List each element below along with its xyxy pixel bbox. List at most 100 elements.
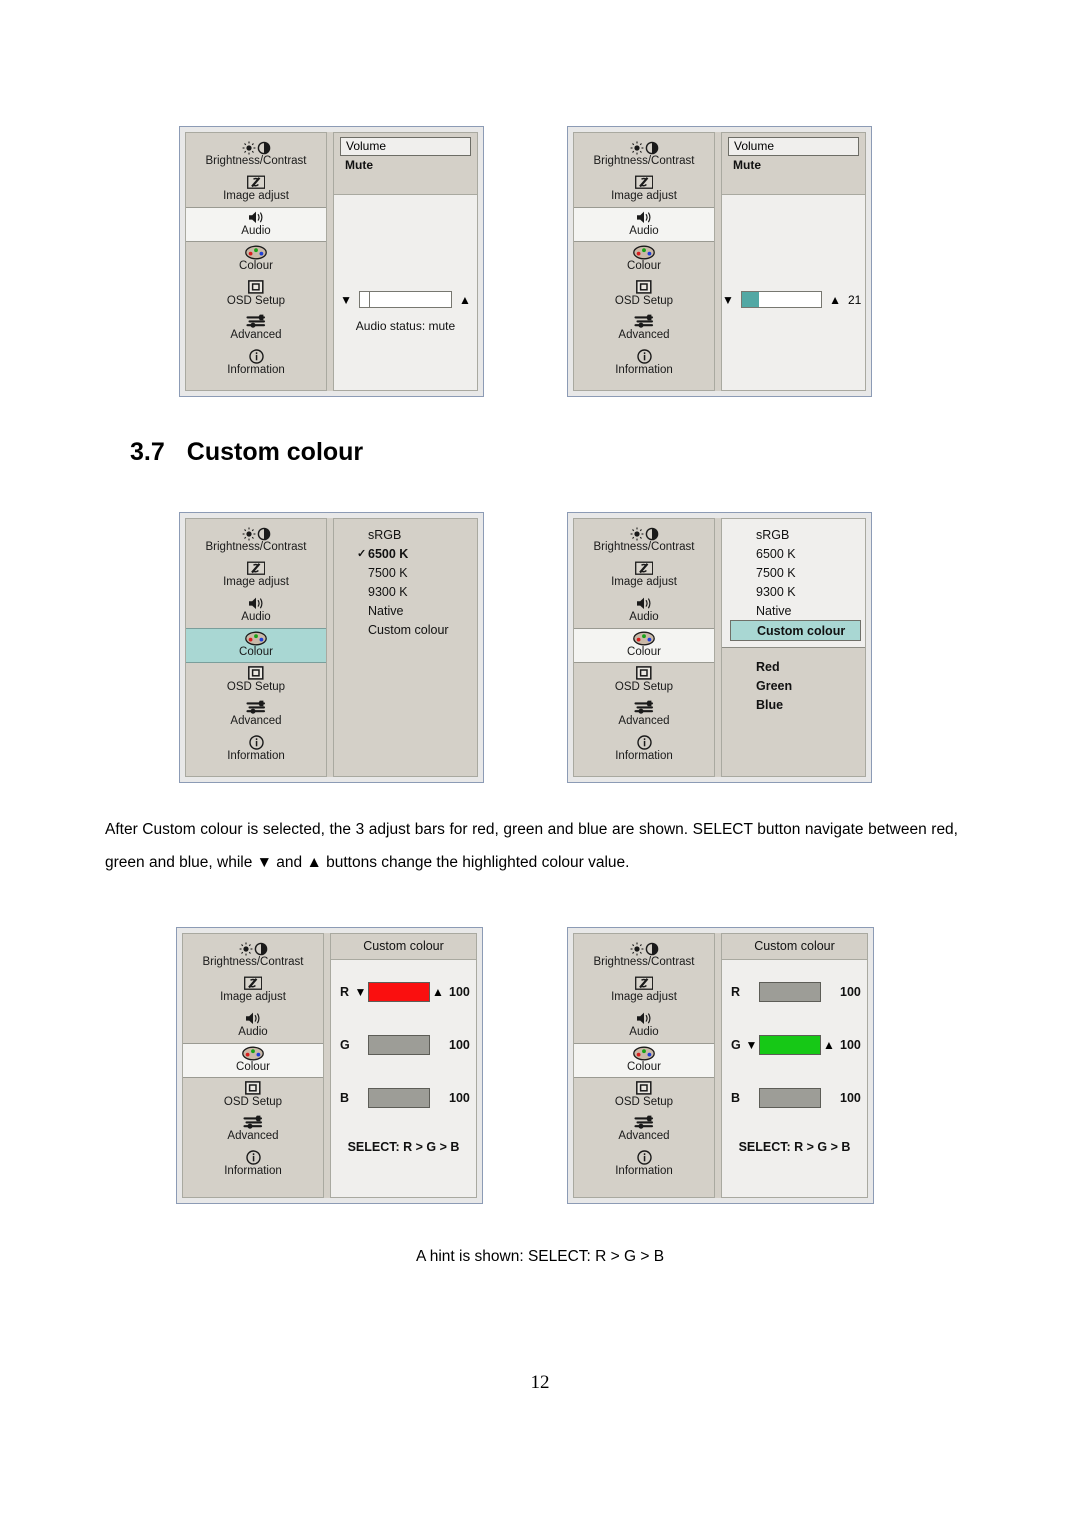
- rgb-bar-r[interactable]: [368, 982, 430, 1002]
- sidebar-item-label: Advanced: [618, 715, 670, 728]
- colour-option-label: sRGB: [368, 527, 402, 542]
- rgb-bar-g[interactable]: [368, 1035, 430, 1055]
- rgb-row-b[interactable]: B 100: [722, 1088, 867, 1108]
- rgb-bar-g[interactable]: [759, 1035, 821, 1055]
- sidebar-item-information[interactable]: Information: [186, 732, 326, 767]
- list-filler: [334, 639, 477, 776]
- sidebar-item-brightness-contrast[interactable]: Brightness/Contrast: [186, 137, 326, 172]
- sidebar-item-advanced[interactable]: Advanced: [186, 697, 326, 732]
- rgb-row-r[interactable]: R ▼ ▲ 100: [331, 982, 476, 1002]
- sidebar-item-label: Audio: [629, 224, 659, 237]
- sidebar-item-advanced[interactable]: Advanced: [186, 311, 326, 346]
- decrease-arrow-icon[interactable]: ▼: [340, 294, 352, 306]
- sidebar-item-audio[interactable]: Audio: [574, 1008, 714, 1043]
- sidebar-item-audio[interactable]: Audio: [186, 593, 326, 628]
- colour-option-6500-k[interactable]: 6500 K: [722, 544, 865, 563]
- sidebar-item-image-adjust[interactable]: Image adjust: [183, 973, 323, 1008]
- volume-bar[interactable]: [740, 291, 823, 308]
- colour-option-srgb[interactable]: sRGB: [334, 525, 477, 544]
- sidebar-item-brightness-contrast[interactable]: Brightness/Contrast: [183, 938, 323, 973]
- rgb-row-g[interactable]: G 100: [331, 1035, 476, 1055]
- sidebar-item-information[interactable]: Information: [574, 732, 714, 767]
- sidebar-item-osd-setup[interactable]: OSD Setup: [574, 663, 714, 698]
- rgb-bar-b[interactable]: [368, 1088, 430, 1108]
- menu-item-volume[interactable]: Volume: [340, 137, 471, 156]
- sidebar-item-advanced[interactable]: Advanced: [574, 1112, 714, 1147]
- increase-arrow-icon[interactable]: ▲: [430, 986, 446, 998]
- sidebar-item-image-adjust[interactable]: Image adjust: [574, 172, 714, 207]
- sidebar-item-audio[interactable]: Audio: [183, 1008, 323, 1043]
- rgb-row-b[interactable]: B 100: [331, 1088, 476, 1108]
- colour-option-9300-k[interactable]: 9300 K: [722, 582, 865, 601]
- rgb-channel-letter: R: [731, 985, 741, 999]
- sidebar-item-osd-setup[interactable]: OSD Setup: [183, 1078, 323, 1113]
- sidebar-item-information[interactable]: Information: [186, 346, 326, 381]
- sidebar-item-colour[interactable]: Colour: [574, 242, 714, 277]
- sidebar-item-information[interactable]: Information: [574, 346, 714, 381]
- colour-option-custom-colour[interactable]: Custom colour: [334, 620, 477, 639]
- increase-arrow-icon[interactable]: ▲: [829, 294, 841, 306]
- sidebar-item-colour[interactable]: Colour: [186, 627, 326, 663]
- sidebar-item-osd-setup[interactable]: OSD Setup: [574, 1078, 714, 1113]
- sidebar-item-information[interactable]: Information: [183, 1147, 323, 1182]
- rgb-option-label: Green: [756, 678, 793, 693]
- advanced-sliders-icon: [574, 700, 714, 715]
- rgb-value-b: 100: [840, 1091, 861, 1105]
- rgb-bar-b[interactable]: [759, 1088, 821, 1108]
- sidebar-item-audio[interactable]: Audio: [574, 206, 714, 242]
- sidebar-item-image-adjust[interactable]: Image adjust: [574, 558, 714, 593]
- rgb-row-g[interactable]: G ▼ ▲ 100: [722, 1035, 867, 1055]
- colour-option-custom-colour[interactable]: Custom colour: [730, 620, 861, 641]
- menu-item-volume[interactable]: Volume: [728, 137, 859, 156]
- audio-pane-body: ▼ ▲ 21: [721, 194, 866, 391]
- rgb-option-red[interactable]: Red: [722, 657, 865, 676]
- sidebar-item-advanced[interactable]: Advanced: [574, 311, 714, 346]
- sidebar-item-colour[interactable]: Colour: [186, 242, 326, 277]
- sidebar-item-image-adjust[interactable]: Image adjust: [574, 973, 714, 1008]
- increase-arrow-icon[interactable]: ▲: [459, 294, 471, 306]
- advanced-sliders-icon: [186, 314, 326, 329]
- menu-item-mute[interactable]: Mute: [728, 156, 859, 173]
- sidebar-item-information[interactable]: Information: [574, 1147, 714, 1182]
- colour-option-label: 7500 K: [756, 565, 796, 580]
- rgb-sub-list: Red Green Blue: [722, 648, 865, 776]
- rgb-option-blue[interactable]: Blue: [722, 695, 865, 714]
- sidebar-item-osd-setup[interactable]: OSD Setup: [186, 277, 326, 312]
- colour-option-srgb[interactable]: sRGB: [722, 525, 865, 544]
- colour-option-9300-k[interactable]: 9300 K: [334, 582, 477, 601]
- decrease-arrow-icon[interactable]: ▼: [744, 1039, 759, 1051]
- decrease-arrow-icon[interactable]: ▼: [353, 986, 368, 998]
- sidebar-item-brightness-contrast[interactable]: Brightness/Contrast: [574, 523, 714, 558]
- volume-slider-row[interactable]: ▼ ▲: [334, 291, 477, 308]
- sidebar-item-brightness-contrast[interactable]: Brightness/Contrast: [574, 137, 714, 172]
- sidebar-item-advanced[interactable]: Advanced: [574, 697, 714, 732]
- sidebar-item-image-adjust[interactable]: Image adjust: [186, 558, 326, 593]
- sidebar-item-audio[interactable]: Audio: [186, 206, 326, 242]
- colour-option-7500-k[interactable]: 7500 K: [334, 563, 477, 582]
- sidebar-item-advanced[interactable]: Advanced: [183, 1112, 323, 1147]
- sidebar-item-osd-setup[interactable]: OSD Setup: [574, 277, 714, 312]
- rgb-row-r[interactable]: R 100: [722, 982, 867, 1002]
- sidebar-item-label: Advanced: [618, 1130, 670, 1143]
- decrease-arrow-icon[interactable]: ▼: [722, 294, 734, 306]
- sidebar-item-image-adjust[interactable]: Image adjust: [186, 172, 326, 207]
- sidebar-item-label: Brightness/Contrast: [205, 155, 307, 167]
- rgb-option-green[interactable]: Green: [722, 676, 865, 695]
- volume-bar[interactable]: [359, 291, 452, 308]
- sidebar-item-colour[interactable]: Colour: [574, 627, 714, 663]
- sidebar-item-brightness-contrast[interactable]: Brightness/Contrast: [186, 523, 326, 558]
- menu-item-mute[interactable]: Mute: [340, 156, 471, 173]
- sidebar-item-colour[interactable]: Colour: [574, 1042, 714, 1078]
- colour-option-6500-k[interactable]: ✓ 6500 K: [334, 544, 477, 563]
- sidebar-item-label: Audio: [238, 1025, 268, 1038]
- volume-slider-row[interactable]: ▼ ▲ 21: [722, 291, 865, 308]
- colour-option-native[interactable]: Native: [334, 601, 477, 620]
- sidebar-item-audio[interactable]: Audio: [574, 593, 714, 628]
- rgb-bar-r[interactable]: [759, 982, 821, 1002]
- sidebar-item-brightness-contrast[interactable]: Brightness/Contrast: [574, 938, 714, 973]
- colour-option-7500-k[interactable]: 7500 K: [722, 563, 865, 582]
- increase-arrow-icon[interactable]: ▲: [821, 1039, 837, 1051]
- colour-option-native[interactable]: Native: [722, 601, 865, 620]
- sidebar-item-osd-setup[interactable]: OSD Setup: [186, 663, 326, 698]
- sidebar-item-colour[interactable]: Colour: [183, 1042, 323, 1078]
